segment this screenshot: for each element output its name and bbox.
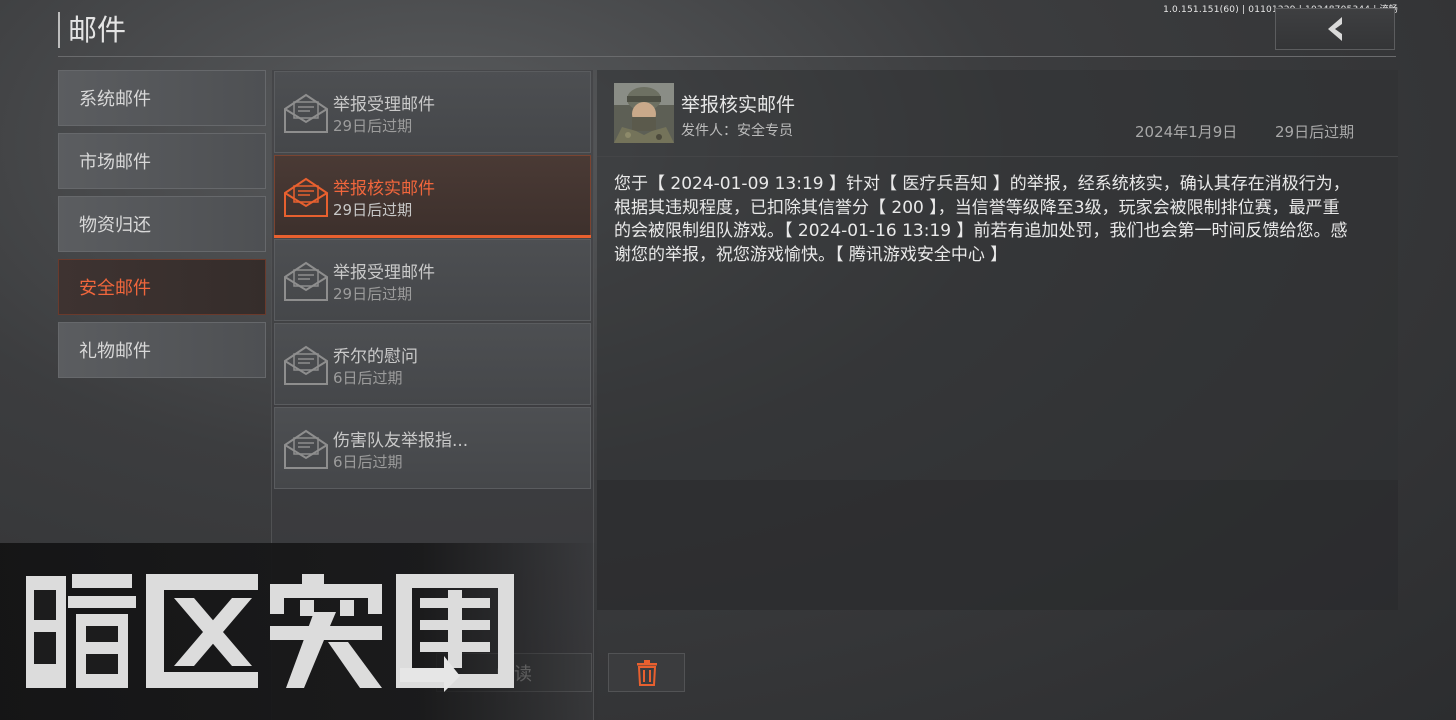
category-label: 物资归还: [79, 215, 151, 236]
category-label: 系统邮件: [79, 89, 151, 110]
page-title: 邮件: [58, 12, 126, 48]
soldier-avatar-icon: [614, 83, 674, 143]
sender-avatar: [614, 83, 674, 143]
category-label: 礼物邮件: [79, 341, 151, 362]
mail-item[interactable]: 举报受理邮件 29日后过期: [274, 239, 591, 321]
envelope-open-icon: [284, 429, 328, 469]
chevron-left-icon: [1328, 17, 1342, 41]
category-system[interactable]: 系统邮件: [58, 70, 266, 126]
category-sidebar: 系统邮件 市场邮件 物资归还 安全邮件 礼物邮件: [58, 70, 266, 385]
detail-body: 您于【 2024-01-09 13:19 】针对【 医疗兵吾知 】的举报，经系统…: [614, 174, 1350, 265]
delete-button[interactable]: [608, 653, 685, 692]
mail-expire: 29日后过期: [333, 201, 413, 219]
envelope-open-icon: [284, 261, 328, 301]
game-logo: [26, 574, 514, 692]
mail-title: 举报受理邮件: [333, 95, 435, 115]
category-label: 安全邮件: [79, 278, 151, 299]
mail-title: 伤害队友举报指...: [333, 431, 469, 451]
category-market[interactable]: 市场邮件: [58, 133, 266, 189]
category-supply-return[interactable]: 物资归还: [58, 196, 266, 252]
mail-expire: 29日后过期: [333, 285, 413, 303]
mail-expire: 6日后过期: [333, 369, 403, 387]
mail-expire: 6日后过期: [333, 453, 403, 471]
mail-title: 乔尔的慰问: [333, 347, 418, 367]
mail-item[interactable]: 举报受理邮件 29日后过期: [274, 71, 591, 153]
mail-expire: 29日后过期: [333, 117, 413, 135]
attachment-area: [597, 480, 1398, 610]
trash-icon: [636, 659, 657, 686]
mail-title: 举报受理邮件: [333, 263, 435, 283]
envelope-open-icon: [284, 93, 328, 133]
mail-title: 举报核实邮件: [333, 179, 435, 199]
back-button[interactable]: [1275, 8, 1395, 50]
mail-item-selected[interactable]: 举报核实邮件 29日后过期: [274, 155, 591, 238]
mail-item[interactable]: 乔尔的慰问 6日后过期: [274, 323, 591, 405]
detail-title: 举报核实邮件: [681, 94, 796, 116]
category-label: 市场邮件: [79, 152, 151, 173]
detail-sender: 发件人：安全专员: [681, 123, 793, 139]
mail-item[interactable]: 伤害队友举报指... 6日后过期: [274, 407, 591, 489]
category-security[interactable]: 安全邮件: [58, 259, 266, 315]
title-divider: [58, 56, 1396, 57]
category-gift[interactable]: 礼物邮件: [58, 322, 266, 378]
detail-date: 2024年1月9日: [1135, 123, 1238, 141]
envelope-open-icon: [284, 177, 328, 217]
envelope-open-icon: [284, 345, 328, 385]
detail-expire: 29日后过期: [1275, 123, 1355, 141]
detail-divider: [597, 156, 1398, 157]
